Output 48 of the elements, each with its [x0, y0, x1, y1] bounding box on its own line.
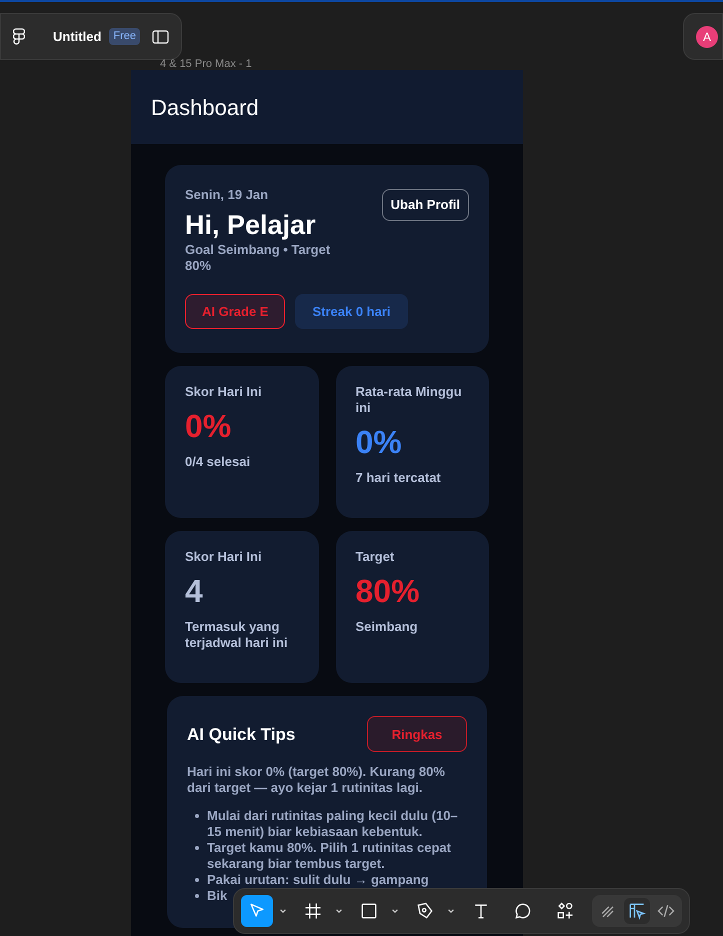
chevron-down-icon[interactable] — [447, 907, 455, 915]
chevron-down-icon[interactable] — [335, 907, 343, 915]
tip-item: Mulai dari rutinitas paling kecil dulu (10–15 menit) biar kebiasaan kebentuk. — [207, 808, 459, 840]
stat-caption: Termasuk yang terjadwal hari ini — [185, 619, 289, 652]
frame-icon — [303, 901, 323, 921]
greeting-heading: Hi, Pelajar — [185, 208, 317, 242]
stat-title: Skor Hari Ini — [185, 549, 263, 566]
user-avatar[interactable]: A — [696, 26, 718, 48]
chevron-down-icon[interactable] — [391, 907, 399, 915]
bullet-icon — [195, 846, 199, 850]
stat-value: 80% — [356, 572, 421, 612]
mode-button[interactable] — [624, 898, 650, 924]
bullet-icon — [195, 814, 199, 818]
status-badge: Streak 0 hari — [295, 294, 408, 330]
shapes-icon — [555, 901, 575, 921]
page-title: Dashboard — [151, 94, 259, 122]
stat-caption: 7 hari tercatat — [356, 470, 442, 486]
chevron-down-icon[interactable] — [279, 907, 287, 915]
stat-caption: Seimbang — [356, 619, 419, 636]
rectangle-icon — [359, 901, 379, 921]
stat-title: Rata-rata Minggu ini — [356, 384, 463, 416]
sidebar-toggle-icon[interactable] — [152, 30, 170, 44]
tip-item: Pakai urutan: sulit dulu → gampang — [207, 872, 429, 888]
stat-value: 4 — [185, 572, 204, 612]
tip-item: Bik — [207, 888, 228, 904]
edit-profile-button[interactable]: Ubah Profil — [382, 189, 469, 221]
tips-heading: AI Quick Tips — [187, 724, 296, 746]
date-text: Senin, 19 Jan — [185, 186, 270, 204]
goal-text: Goal Seimbang • Target 80% — [185, 242, 332, 274]
bullet-icon — [195, 878, 199, 882]
file-name[interactable]: Untitled — [53, 26, 102, 46]
design-mode-icon — [627, 901, 647, 921]
stat-caption: 0/4 selesai — [185, 454, 252, 470]
tips-summary: Hari ini skor 0% (target 80%). Kurang 80% dari target — ayo kejar 1 rutinitas lagi. — [187, 764, 446, 796]
status-badge: AI Grade E — [185, 294, 286, 330]
figma-logo-icon[interactable] — [13, 28, 25, 46]
comment-icon — [513, 901, 533, 921]
stat-value: 0% — [356, 423, 403, 462]
tool-button[interactable] — [241, 895, 273, 927]
summarize-button[interactable]: Ringkas — [367, 716, 467, 752]
frame-label[interactable]: 4 & 15 Pro Max - 1 — [160, 56, 723, 70]
stat-value: 0% — [185, 407, 232, 446]
pen-icon — [415, 901, 435, 921]
bullet-icon — [195, 894, 199, 898]
stat-title: Target — [356, 549, 396, 566]
tip-item: Target kamu 80%. Pilih 1 rutinitas cepat sekarang biar tembus target. — [207, 840, 452, 872]
plan-badge: Free — [109, 28, 140, 45]
stat-title: Skor Hari Ini — [185, 384, 263, 400]
